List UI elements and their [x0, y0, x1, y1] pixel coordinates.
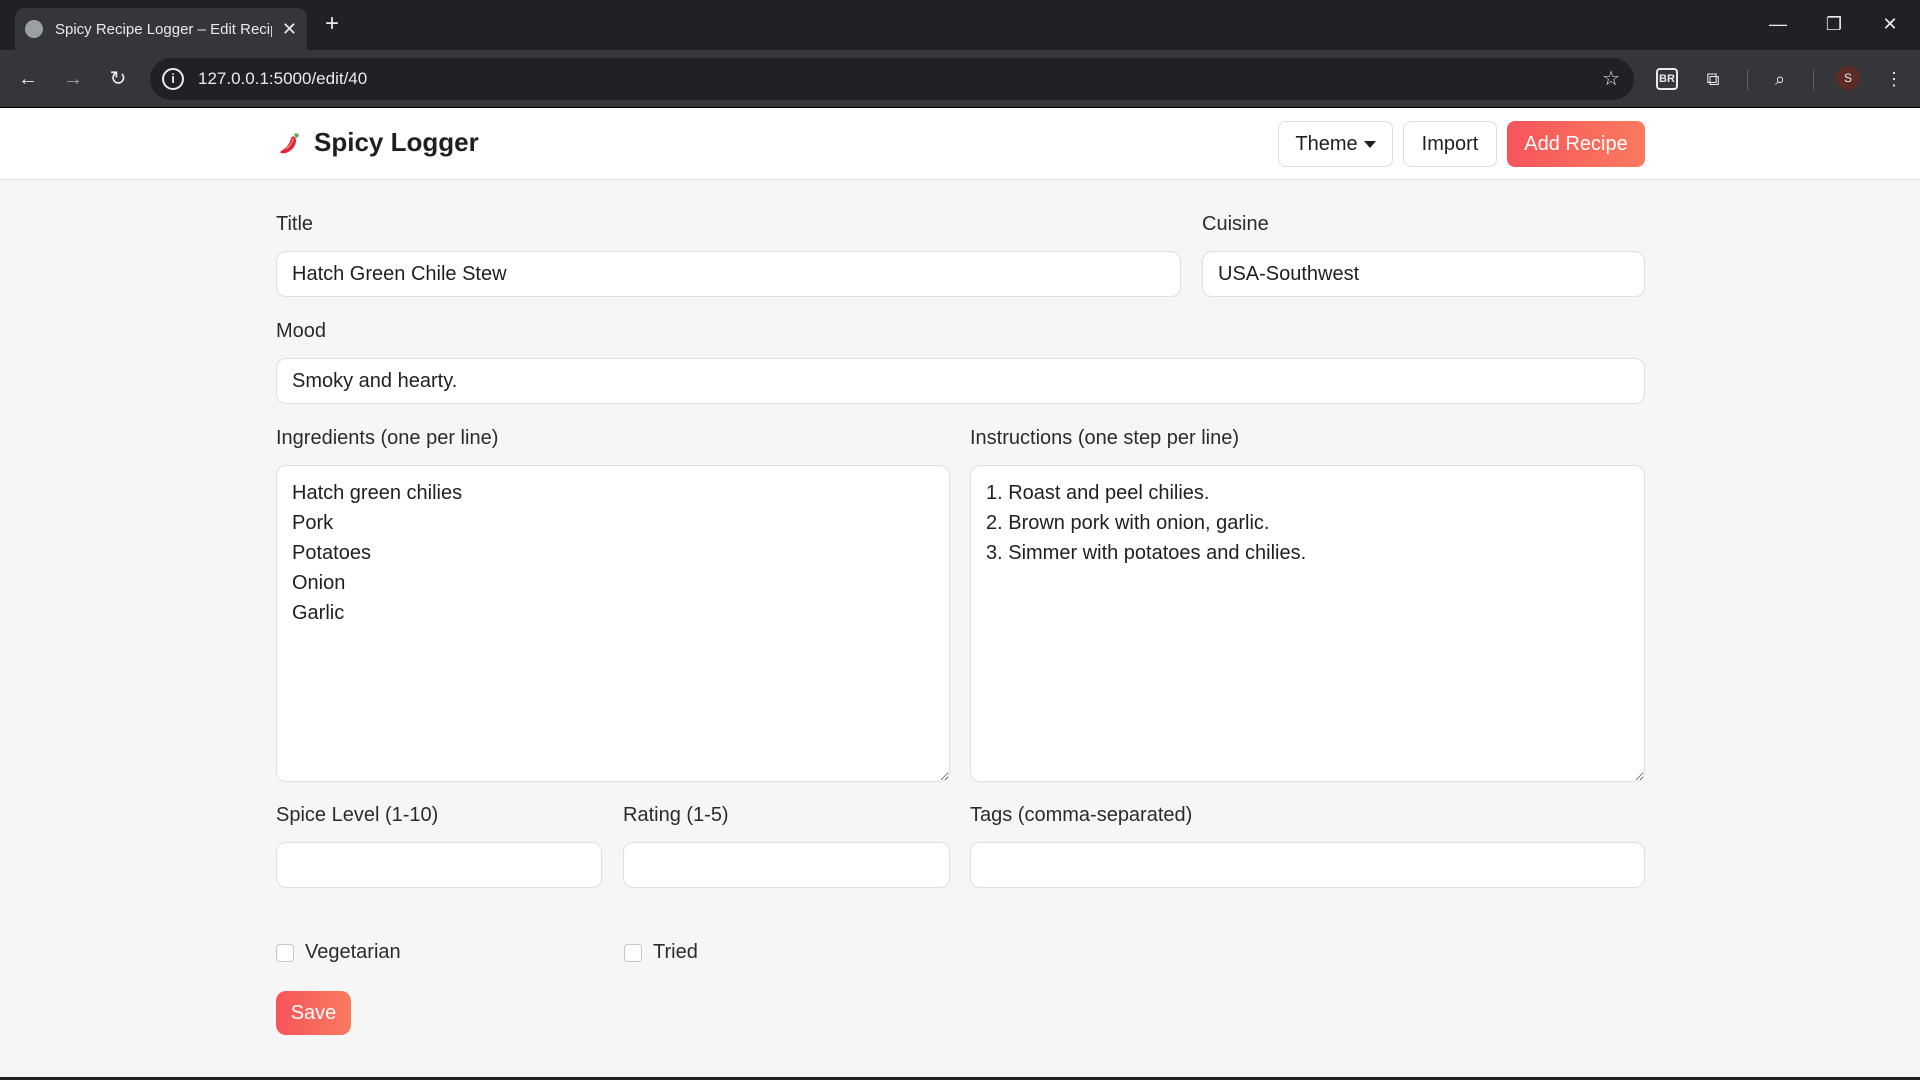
brand[interactable]: Spicy Logger [276, 127, 479, 158]
vegetarian-checkbox[interactable] [276, 944, 294, 962]
chili-pepper-icon [280, 132, 299, 153]
spice-level-input[interactable] [276, 842, 602, 888]
theme-dropdown-button[interactable]: Theme [1278, 121, 1393, 167]
ingredients-label: Ingredients (one per line) [276, 427, 499, 449]
reload-icon[interactable]: ↻ [100, 61, 136, 97]
rating-label: Rating (1-5) [623, 804, 729, 826]
theme-label: Theme [1295, 132, 1358, 155]
forward-icon[interactable]: → [55, 61, 91, 97]
tags-label: Tags (comma-separated) [970, 804, 1193, 826]
import-button[interactable]: Import [1403, 121, 1497, 167]
instructions-textarea[interactable]: 1. Roast and peel chilies. 2. Brown pork… [970, 465, 1645, 782]
extension-badge-icon[interactable]: BR [1656, 68, 1678, 90]
add-recipe-button[interactable]: Add Recipe [1507, 121, 1645, 167]
close-window-icon[interactable]: ✕ [1868, 6, 1912, 42]
browser-tab[interactable]: Spicy Recipe Logger – Edit Recipe ✕ [15, 8, 307, 50]
title-input[interactable] [276, 251, 1181, 297]
brand-name: Spicy Logger [314, 127, 479, 157]
mood-input[interactable] [276, 358, 1645, 404]
minimize-icon[interactable]: — [1756, 6, 1800, 42]
toolbar-divider [1747, 70, 1748, 90]
address-url[interactable]: 127.0.0.1:5000/edit/40 [198, 69, 367, 89]
restore-icon[interactable]: ❐ [1812, 6, 1856, 42]
browser-toolbar: ← → ↻ i 127.0.0.1:5000/edit/40 ☆ BR ⧉ ⌕ … [0, 50, 1920, 108]
site-info-icon[interactable]: i [162, 68, 184, 90]
address-bar[interactable]: i 127.0.0.1:5000/edit/40 ☆ [150, 58, 1634, 100]
menu-dots-icon[interactable]: ⋮ [1879, 65, 1909, 93]
tab-title: Spicy Recipe Logger – Edit Recipe [55, 20, 272, 38]
save-button[interactable]: Save [276, 991, 351, 1035]
toolbar-divider [1813, 70, 1814, 90]
vegetarian-label[interactable]: Vegetarian [305, 941, 401, 964]
tab-search-icon[interactable]: ⌕ [1765, 65, 1795, 93]
tags-input[interactable] [970, 842, 1645, 888]
bookmark-star-icon[interactable]: ☆ [1602, 66, 1620, 91]
cuisine-label: Cuisine [1202, 213, 1269, 235]
close-tab-icon[interactable]: ✕ [282, 19, 297, 40]
tried-label[interactable]: Tried [653, 941, 698, 964]
app-header: Spicy Logger Theme Import Add Recipe [0, 109, 1920, 180]
browser-tab-strip: Spicy Recipe Logger – Edit Recipe ✕ + — … [0, 0, 1920, 50]
mood-label: Mood [276, 320, 327, 342]
back-icon[interactable]: ← [10, 61, 46, 97]
ingredients-textarea[interactable]: Hatch green chilies Pork Potatoes Onion … [276, 465, 950, 782]
cuisine-input[interactable] [1202, 251, 1645, 297]
extensions-puzzle-icon[interactable]: ⧉ [1698, 65, 1728, 93]
title-label: Title [276, 213, 314, 235]
new-tab-button[interactable]: + [318, 10, 346, 38]
profile-avatar[interactable]: S [1836, 66, 1860, 90]
caret-down-icon [1363, 140, 1376, 148]
tried-checkbox[interactable] [624, 944, 642, 962]
instructions-label: Instructions (one step per line) [970, 427, 1240, 449]
spice-level-label: Spice Level (1-10) [276, 804, 439, 826]
globe-icon [25, 20, 43, 38]
rating-input[interactable] [623, 842, 950, 888]
